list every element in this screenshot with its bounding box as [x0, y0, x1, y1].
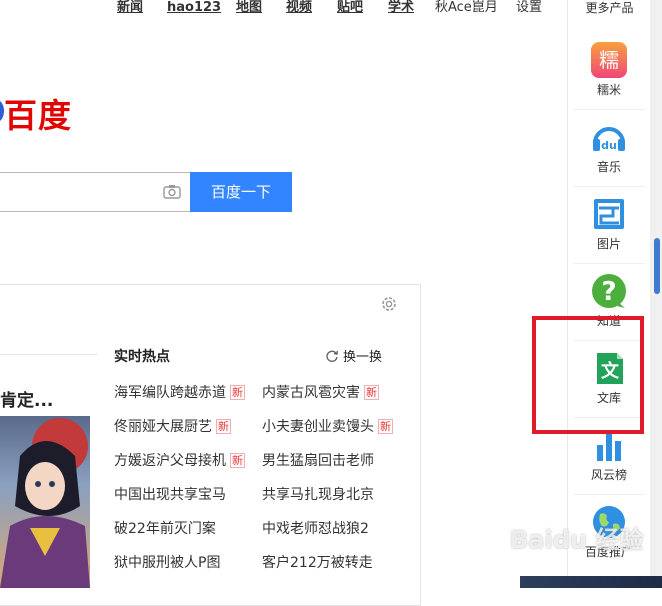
hot-item-text: 共享马扎现身北京: [262, 487, 374, 503]
annotation-highlight-box: [532, 316, 644, 434]
sidebar-label-fengyunbang: 风云榜: [590, 468, 627, 482]
hot-list-item[interactable]: 内蒙古风雹灾害新: [262, 384, 379, 402]
nuomi-icon: 糯: [591, 42, 627, 78]
sidebar-separator: [573, 494, 645, 495]
nav-link-tieba[interactable]: 贴吧: [337, 0, 363, 16]
hot-item-text: 海军编队跨越赤道: [114, 385, 226, 401]
taskbar-strip: [520, 576, 662, 588]
hot-item-text: 中戏老师怼战狼2: [262, 521, 369, 537]
new-badge: 新: [230, 453, 245, 468]
sidebar-item-image[interactable]: 图片: [573, 190, 645, 264]
nav-link-map[interactable]: 地图: [236, 0, 262, 16]
hot-item-text: 小夫妻创业卖馒头: [262, 419, 374, 435]
new-badge: 新: [378, 419, 393, 434]
sidebar-item-nuomi[interactable]: 糯 糯米: [573, 36, 645, 110]
sidebar-label-nuomi: 糯米: [596, 83, 621, 97]
new-badge: 新: [216, 419, 231, 434]
image-icon: [594, 199, 624, 229]
hot-item-text: 中国出现共享宝马: [114, 487, 226, 503]
nav-link-xueshu[interactable]: 学术: [388, 0, 414, 16]
news-thumbnail[interactable]: [0, 416, 90, 588]
refresh-button[interactable]: 换一换: [325, 346, 382, 365]
hot-list-item[interactable]: 男生猛扇回击老师: [262, 452, 374, 470]
scrollbar-thumb[interactable]: [654, 238, 660, 294]
camera-icon[interactable]: [163, 184, 181, 199]
settings-link[interactable]: 设置: [516, 0, 542, 16]
user-name-link[interactable]: 秋Ace崑月: [435, 0, 498, 16]
sidebar-item-music[interactable]: du 音乐: [573, 113, 645, 187]
news-headline[interactable]: 肯定...: [0, 386, 53, 411]
hot-list-item[interactable]: 狱中服刑被人P图: [114, 554, 220, 572]
svg-text:?: ?: [601, 277, 616, 307]
hot-list-item[interactable]: 客户212万被转走: [262, 554, 373, 572]
search-button[interactable]: 百度一下: [190, 172, 292, 212]
sidebar-header: 更多产品: [585, 1, 634, 15]
hot-item-text: 破22年前灭门案: [114, 521, 216, 537]
hot-list-item[interactable]: 小夫妻创业卖馒头新: [262, 418, 393, 436]
more-products-sidebar: 更多产品 糯 糯米 du 音乐 图片 ? 知道 文 文库 风云榜 百度推广: [567, 0, 651, 588]
gear-icon[interactable]: [380, 295, 398, 313]
music-du-icon: du: [593, 127, 625, 152]
hot-title: 实时热点: [114, 349, 170, 365]
new-badge: 新: [230, 385, 245, 400]
hot-item-text: 客户212万被转走: [262, 555, 373, 571]
hot-list-item[interactable]: 共享马扎现身北京: [262, 486, 374, 504]
sidebar-separator: [573, 109, 645, 110]
feed-divider: [0, 354, 97, 355]
hot-list-item[interactable]: 中戏老师怼战狼2: [262, 520, 369, 538]
hot-list-item[interactable]: 佟丽娅大展厨艺新: [114, 418, 231, 436]
hot-item-text: 狱中服刑被人P图: [114, 555, 221, 571]
top-nav: 新闻 hao123 地图 视频 贴吧 学术 秋Ace崑月 设置: [0, 0, 560, 22]
hot-list-item[interactable]: 破22年前灭门案: [114, 520, 216, 538]
refresh-label: 换一换: [343, 350, 383, 365]
sidebar-separator: [573, 263, 645, 264]
new-badge: 新: [364, 385, 379, 400]
vertical-scrollbar[interactable]: [650, 0, 662, 588]
hot-item-text: 男生猛扇回击老师: [262, 453, 374, 469]
hot-list-item[interactable]: 方媛返沪父母接机新: [114, 452, 245, 470]
svg-text:糯: 糯: [599, 48, 619, 72]
refresh-icon: [326, 350, 338, 362]
hot-list-item[interactable]: 中国出现共享宝马: [114, 486, 226, 504]
logo-text: 百度: [4, 96, 72, 135]
sidebar-label-image: 图片: [596, 237, 621, 251]
hot-list-item[interactable]: 海军编队跨越赤道新: [114, 384, 245, 402]
hot-item-text: 方媛返沪父母接机: [114, 453, 226, 469]
watermark-text: Baidu 经验: [510, 526, 644, 554]
sidebar-separator: [573, 186, 645, 187]
nav-link-video[interactable]: 视频: [286, 0, 312, 16]
zhidao-question-icon: ?: [592, 274, 626, 308]
nav-link-news[interactable]: 新闻: [117, 0, 143, 16]
hot-item-text: 佟丽娅大展厨艺: [114, 419, 212, 435]
hot-item-text: 内蒙古风雹灾害: [262, 385, 360, 401]
search-input[interactable]: [0, 172, 191, 212]
nav-link-hao123[interactable]: hao123: [167, 0, 221, 16]
sidebar-label-music: 音乐: [596, 160, 621, 174]
svg-text:du: du: [601, 139, 617, 152]
